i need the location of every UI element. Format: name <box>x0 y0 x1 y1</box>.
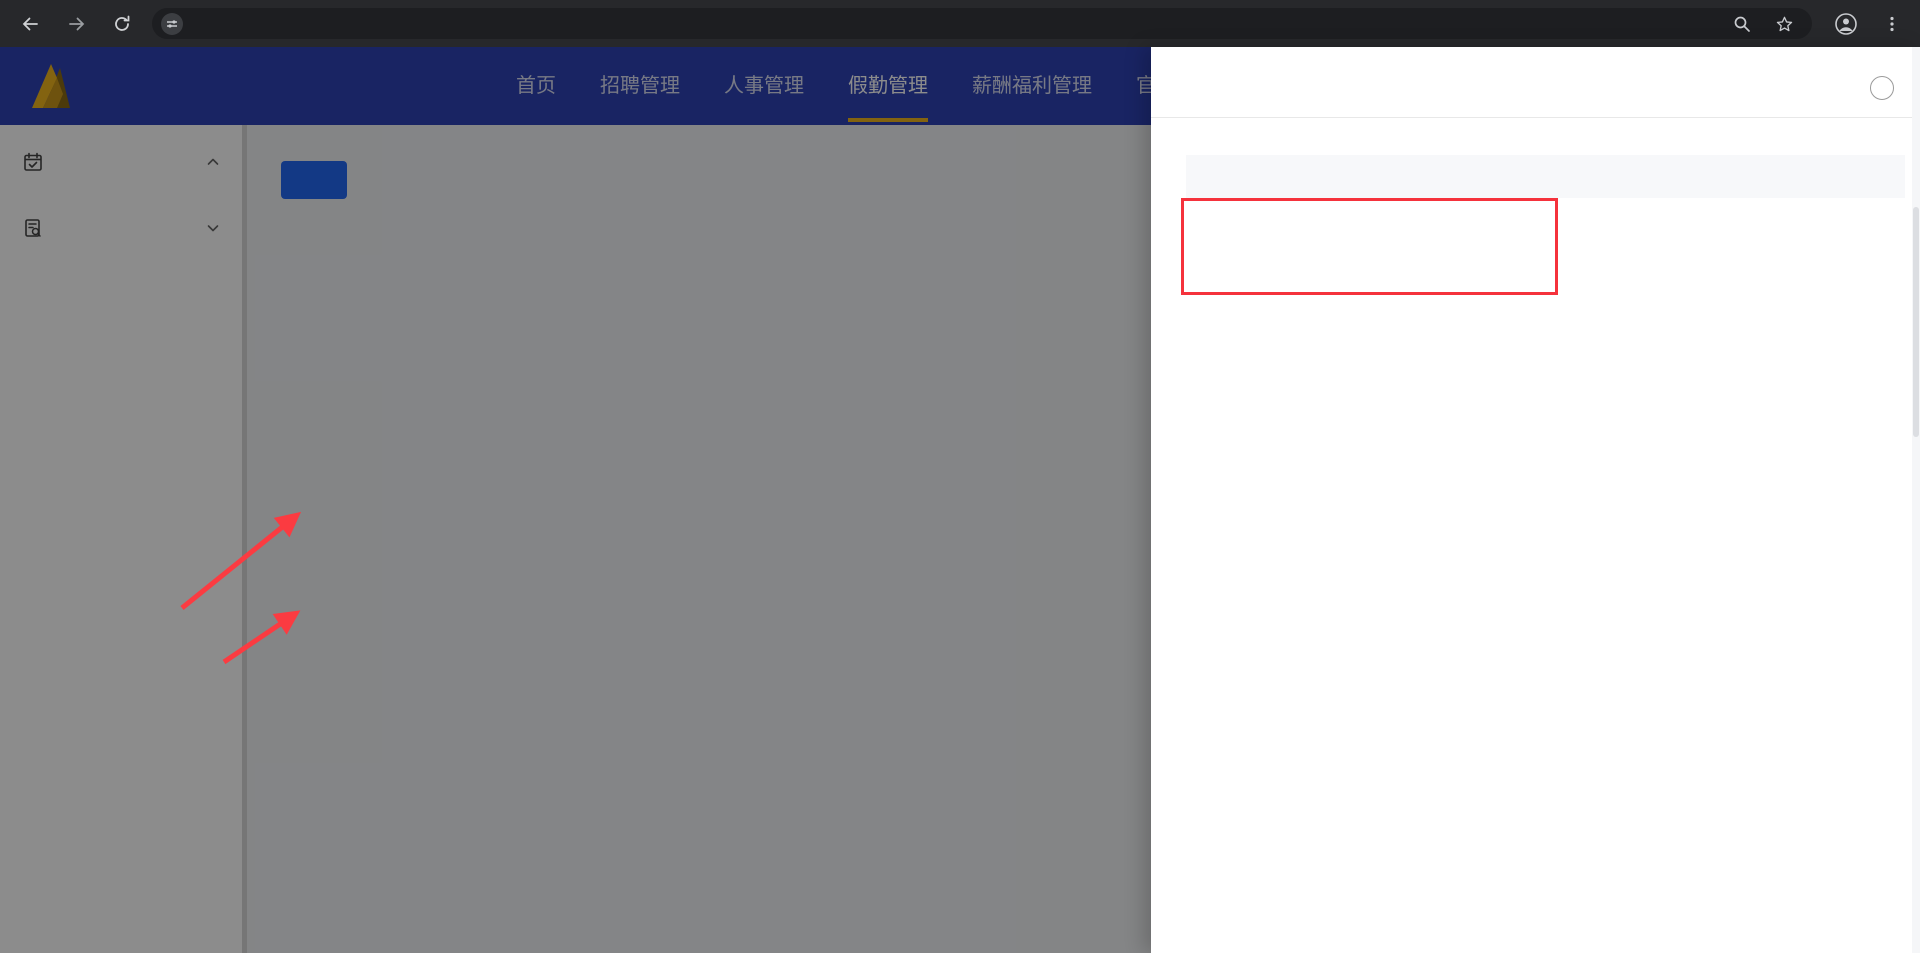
drawer-titlebar <box>1151 47 1920 118</box>
bookmark-star-icon[interactable] <box>1772 12 1796 36</box>
tune-icon <box>167 19 177 28</box>
three-dots-icon <box>1890 16 1894 32</box>
back-arrow-icon <box>22 17 38 31</box>
zoom-page-icon[interactable] <box>1730 12 1754 36</box>
scrollbar-thumb[interactable] <box>1913 207 1919 437</box>
browser-back-button[interactable] <box>15 9 45 39</box>
avatar-icon <box>1835 13 1857 35</box>
address-bar[interactable] <box>152 8 1812 39</box>
browser-profile-button[interactable] <box>1831 9 1861 39</box>
close-button[interactable] <box>1870 76 1894 100</box>
site-settings-icon[interactable] <box>161 12 183 35</box>
magnifier-icon <box>1734 16 1750 32</box>
star-icon <box>1776 16 1792 31</box>
browser-toolbar <box>0 0 1920 47</box>
reload-icon <box>115 15 130 31</box>
browser-menu-button[interactable] <box>1877 9 1907 39</box>
check-table-header <box>1186 155 1905 198</box>
drawer-scrollbar[interactable] <box>1912 47 1920 953</box>
forward-arrow-icon <box>69 17 85 31</box>
one-click-check-drawer <box>1151 47 1920 953</box>
browser-forward-button[interactable] <box>62 9 92 39</box>
check-result-table <box>1186 155 1905 198</box>
browser-reload-button[interactable] <box>107 9 137 39</box>
